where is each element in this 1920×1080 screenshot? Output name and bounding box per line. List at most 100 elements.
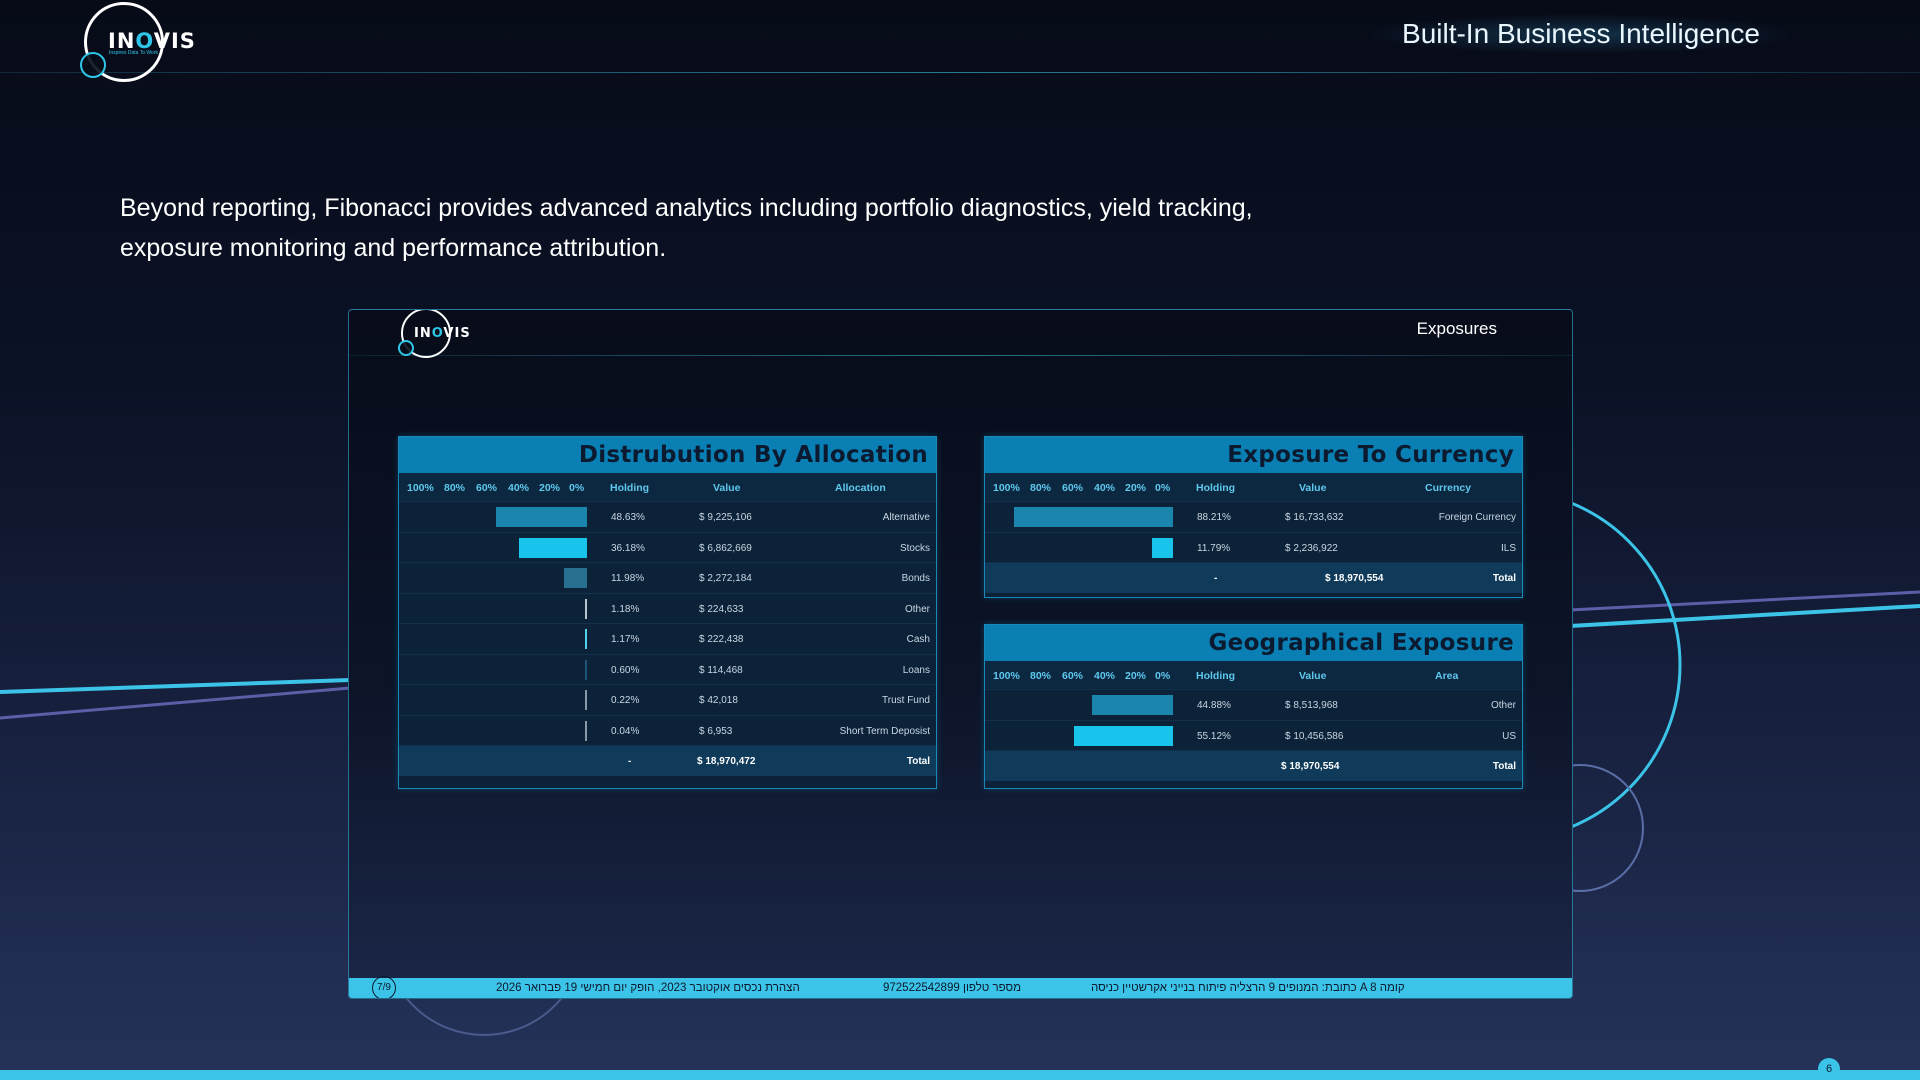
- holding-value: $ 224,633: [699, 603, 744, 615]
- report-logo-text-post: VIS: [443, 326, 471, 341]
- currency-column-header: 100% 80% 60% 40% 20% 0% Holding Value Cu…: [985, 473, 1522, 501]
- scale-label-20: 20%: [539, 482, 561, 494]
- table-row: 36.18% $ 6,862,669 Stocks: [399, 531, 936, 563]
- holding-value: $ 10,456,586: [1285, 730, 1344, 742]
- value-header: Value: [713, 482, 741, 494]
- row-label: Cash: [906, 634, 930, 645]
- row-label: Short Term Deposist: [839, 725, 930, 737]
- bottom-accent-bar: [0, 1070, 1920, 1080]
- holding-value: $ 9,225,106: [699, 512, 752, 523]
- exposures-report: INOVIS Exposures Distrubution By Allocat…: [348, 309, 1573, 999]
- holding-pct: 88.21%: [1197, 512, 1231, 523]
- scale-label-40: 40%: [1094, 482, 1116, 494]
- currency-total-pct: -: [1214, 573, 1218, 584]
- holding-bar: [585, 659, 587, 680]
- allocation-panel-title: Distrubution By Allocation: [399, 437, 936, 473]
- holding-bar: [564, 568, 587, 588]
- page-title: Built-In Business Intelligence: [1362, 14, 1800, 54]
- report-logo-text-o: O: [431, 326, 444, 341]
- geo-panel-title: Geographical Exposure: [985, 625, 1522, 661]
- row-label: ILS: [1500, 542, 1516, 554]
- holding-header: Holding: [1196, 670, 1236, 682]
- row-label: Bonds: [901, 573, 930, 584]
- scale-label-20: 20%: [1125, 670, 1147, 682]
- holding-value: $ 16,733,632: [1285, 512, 1344, 523]
- report-logo: INOVIS: [398, 310, 471, 358]
- report-title: Exposures: [1416, 319, 1497, 338]
- holding-pct: 55.12%: [1197, 730, 1231, 742]
- allocation-column-header: 100% 80% 60% 40% 20% 0% Holding Value Al…: [399, 473, 936, 501]
- currency-panel-title: Exposure To Currency: [985, 437, 1522, 473]
- scale-label-60: 60%: [476, 482, 498, 494]
- allocation-rows: 48.63% $ 9,225,106 Alternative 36.18% $ 6,86…: [399, 501, 936, 745]
- row-label: US: [1502, 730, 1516, 742]
- holding-value: $ 8,513,968: [1285, 700, 1338, 711]
- row-label: Alternative: [882, 512, 930, 523]
- table-row: 0.60% $ 114,468 Loans: [399, 653, 936, 685]
- geo-total-row: $ 18,970,554 Total: [985, 750, 1522, 781]
- holding-bar: [495, 507, 587, 527]
- logo-tagline: Inspires Data To Work: [109, 50, 159, 56]
- table-row: 11.98% $ 2,272,184 Bonds: [399, 562, 936, 593]
- page-indicator: 7/9: [372, 976, 396, 998]
- table-row: 1.17% $ 222,438 Cash: [399, 623, 936, 654]
- scale-label-60: 60%: [1062, 482, 1084, 494]
- holding-pct: 11.79%: [1197, 542, 1231, 554]
- scale-label-100: 100%: [407, 482, 434, 494]
- currency-header: Currency: [1425, 482, 1472, 494]
- logo-dot-icon: [80, 52, 106, 78]
- area-header: Area: [1435, 670, 1459, 682]
- value-header: Value: [1299, 670, 1327, 682]
- holding-value: $ 6,862,669: [699, 542, 752, 554]
- holding-value: $ 2,236,922: [1285, 542, 1338, 554]
- row-label: Trust Fund: [882, 695, 930, 706]
- holding-value: $ 114,468: [699, 664, 743, 676]
- value-header: Value: [1299, 482, 1327, 494]
- geo-total-label: Total: [1492, 761, 1516, 772]
- holding-pct: 44.88%: [1197, 700, 1231, 711]
- geo-column-header: 100% 80% 60% 40% 20% 0% Holding Value Ar…: [985, 661, 1522, 689]
- table-row: 55.12% $ 10,456,586 US: [985, 719, 1522, 751]
- holding-pct: 1.18%: [611, 603, 640, 615]
- report-logo-dot-icon: [398, 340, 414, 356]
- scale-label-80: 80%: [1030, 482, 1052, 494]
- holding-header: Holding: [610, 482, 650, 494]
- report-footer: 7/9 הצהרת נכסים אוקטובר 2023, הופק יום ח…: [349, 976, 1572, 998]
- scale-label-0: 0%: [569, 482, 585, 494]
- geo-panel: Geographical Exposure 100% 80% 60% 40% 2…: [984, 624, 1523, 789]
- holding-value: $ 42,018: [699, 695, 738, 706]
- holding-value: $ 222,438: [699, 634, 744, 645]
- row-label: Loans: [902, 664, 930, 676]
- scale-label-80: 80%: [1030, 670, 1052, 682]
- table-row: 0.22% $ 42,018 Trust Fund: [399, 684, 936, 715]
- table-row: 48.63% $ 9,225,106 Alternative: [399, 501, 936, 532]
- footer-date: הצהרת נכסים אוקטובר 2023, הופק יום חמישי…: [496, 982, 800, 994]
- holding-pct: 0.22%: [611, 695, 640, 706]
- scale-label-60: 60%: [1062, 670, 1084, 682]
- table-row: 44.88% $ 8,513,968 Other: [985, 689, 1522, 720]
- geo-rows: 44.88% $ 8,513,968 Other 55.12% $ 10,456,586…: [985, 689, 1522, 750]
- geo-total-value: $ 18,970,554: [1281, 761, 1340, 772]
- scale-label-80: 80%: [444, 482, 466, 494]
- table-row: 0.04% $ 6,953 Short Term Deposist: [399, 714, 936, 746]
- allocation-total-pct: -: [628, 756, 632, 767]
- footer-phone: 972522542899 מספר טלפון: [883, 982, 1021, 994]
- holding-bar: [1014, 507, 1173, 527]
- currency-total-value: $ 18,970,554: [1325, 573, 1384, 584]
- holding-bar: [1151, 537, 1173, 558]
- report-logo-text-pre: IN: [414, 326, 432, 341]
- holding-value: $ 6,953: [699, 725, 733, 737]
- holding-bar: [584, 629, 587, 649]
- allocation-header: Allocation: [835, 482, 886, 494]
- scale-label-40: 40%: [1094, 670, 1116, 682]
- report-header-divider: [349, 355, 1572, 356]
- currency-panel: Exposure To Currency 100% 80% 60% 40% 20…: [984, 436, 1523, 598]
- holding-bar: [1092, 695, 1173, 715]
- row-label: Foreign Currency: [1438, 512, 1516, 523]
- holding-header: Holding: [1196, 482, 1236, 494]
- holding-bar: [585, 720, 587, 741]
- table-row: 11.79% $ 2,236,922 ILS: [985, 531, 1522, 563]
- scale-label-40: 40%: [508, 482, 530, 494]
- brand-logo: INOVIS Inspires Data To Work: [80, 0, 195, 86]
- slide-number: 6: [1818, 1058, 1840, 1080]
